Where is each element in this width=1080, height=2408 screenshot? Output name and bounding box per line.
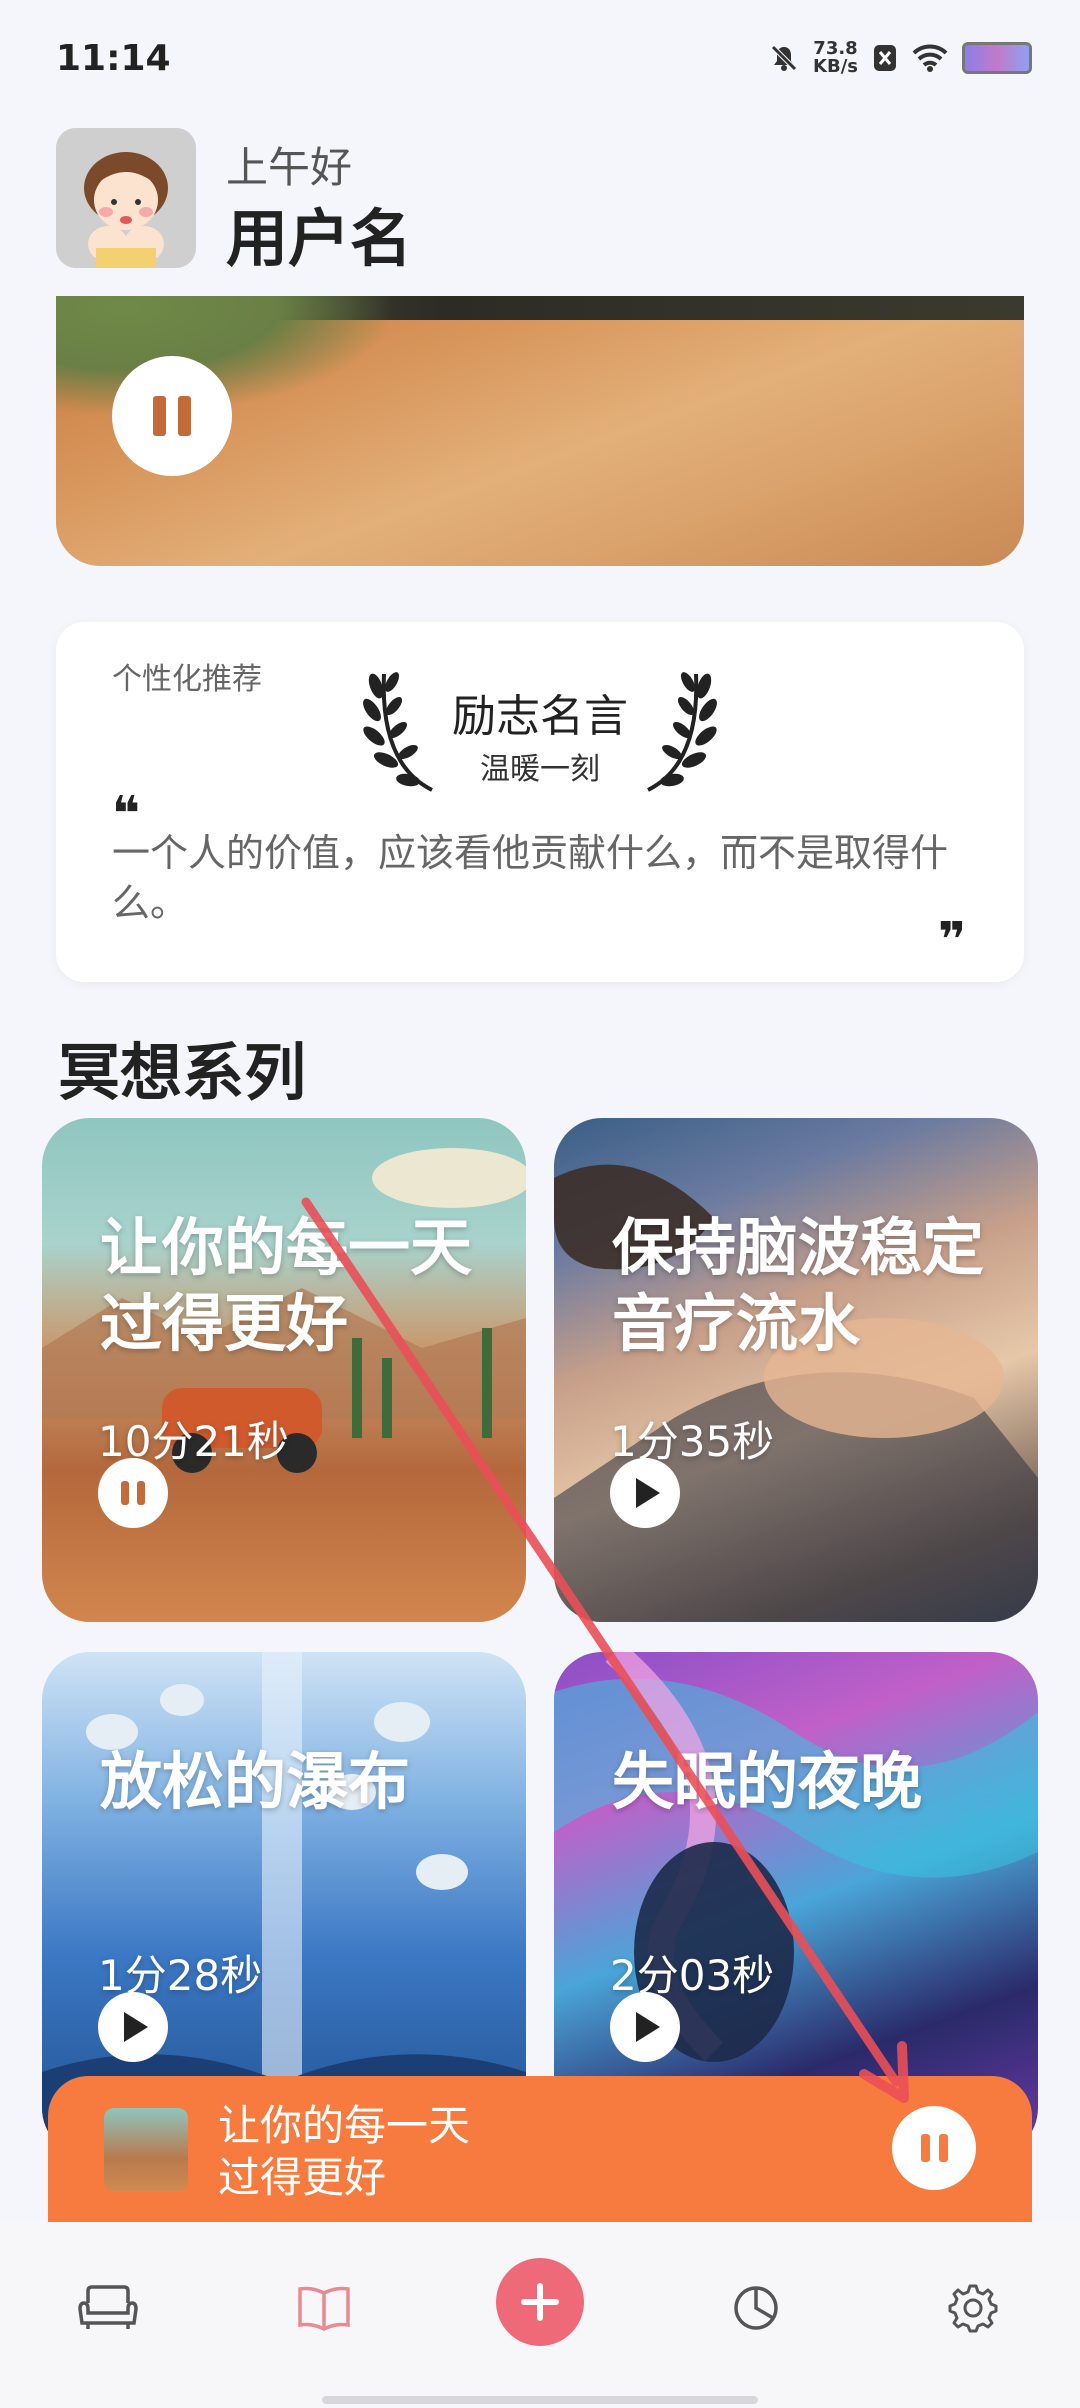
nav-stats[interactable] — [716, 2268, 796, 2348]
play-icon — [636, 2012, 660, 2042]
pie-chart-icon — [734, 2286, 778, 2330]
mute-bell-icon — [771, 45, 797, 71]
pause-icon — [153, 396, 191, 436]
status-icons: 73.8 KB/s — [769, 40, 1032, 76]
now-playing-bar[interactable] — [48, 2076, 1032, 2226]
book-icon — [298, 2286, 350, 2331]
now-playing-title-line1: 让你的每一天 — [218, 2101, 471, 2150]
meditation-card[interactable]: 让你的每一天 过得更好 10分21秒 — [42, 1118, 526, 1622]
card-play-button[interactable] — [610, 1458, 680, 1528]
play-icon — [636, 1478, 660, 1508]
card-play-button[interactable] — [610, 1992, 680, 2062]
now-playing-thumbnail — [104, 2108, 188, 2192]
status-time: 11:14 — [56, 38, 171, 79]
section-title: 冥想系列 — [58, 1036, 307, 1109]
card-illustration — [42, 1148, 526, 1473]
card-title: 放松的瀑布 — [100, 1745, 411, 1818]
pause-icon — [920, 2134, 948, 2162]
wifi-icon — [912, 44, 948, 72]
now-playing-title-line2: 过得更好 — [218, 2153, 387, 2202]
gear-icon — [948, 2284, 998, 2333]
now-playing-title: 让你的每一天 过得更好 — [218, 2100, 470, 2204]
play-icon — [124, 2012, 148, 2042]
card-illustration — [554, 1164, 1038, 1622]
avatar-illustration — [56, 128, 196, 268]
card-title: 失眠的夜晚 — [612, 1745, 923, 1818]
card-play-button[interactable] — [98, 1992, 168, 2062]
quote-title: 励志名言 — [452, 691, 628, 742]
sim-off-icon — [874, 45, 896, 71]
battery-icon — [962, 42, 1032, 74]
home-indicator[interactable] — [322, 2396, 758, 2404]
avatar[interactable] — [56, 128, 196, 268]
banner-pause-button[interactable] — [112, 356, 232, 476]
speed-unit: KB/s — [813, 56, 858, 77]
add-icon — [521, 2283, 559, 2321]
username: 用户名 — [226, 202, 413, 275]
card-pause-button[interactable] — [98, 1458, 168, 1528]
close-quote-icon: ❞ — [938, 912, 967, 968]
featured-banner[interactable] — [56, 296, 1024, 566]
network-speed: 73.8 KB/s — [813, 40, 858, 76]
card-title: 让你的每一天 过得更好 — [100, 1211, 473, 1360]
pause-icon — [121, 1481, 145, 1505]
nav-home[interactable] — [68, 2268, 148, 2348]
quote-subtitle: 温暖一刻 — [480, 752, 600, 787]
card-title: 保持脑波稳定 音疗流水 — [612, 1211, 985, 1360]
sofa-icon — [78, 2285, 138, 2329]
nav-settings[interactable] — [932, 2268, 1012, 2348]
quote-text: 一个人的价值，应该看他贡献什么，而不是取得什么。 — [112, 831, 949, 925]
now-playing-pause-button[interactable] — [892, 2106, 976, 2190]
meditation-card[interactable]: 保持脑波稳定 音疗流水 1分35秒 — [554, 1118, 1038, 1622]
nav-library[interactable] — [284, 2268, 364, 2348]
greeting-text: 上午好 — [226, 143, 353, 192]
quote-tag: 个性化推荐 — [112, 662, 262, 697]
add-button[interactable] — [496, 2258, 584, 2346]
